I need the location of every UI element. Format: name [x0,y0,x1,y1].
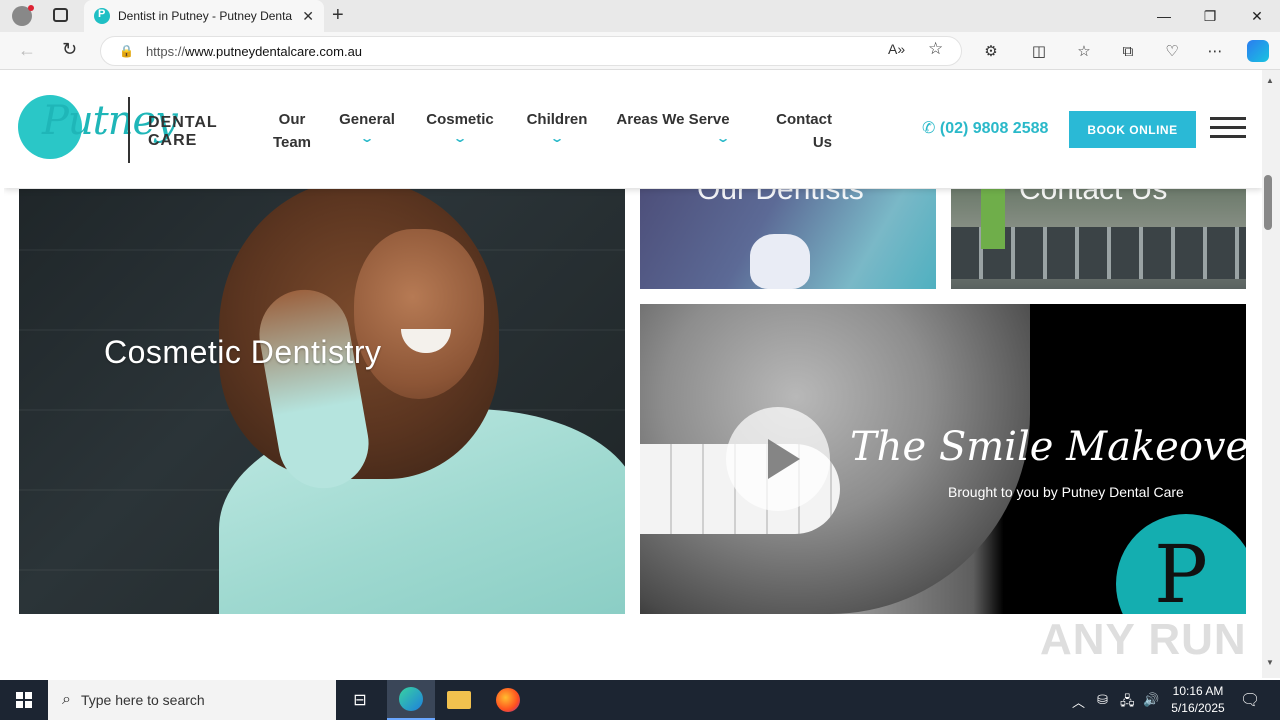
start-button[interactable] [0,680,48,720]
putney-p-logo-icon [1116,514,1246,614]
collections-icon[interactable]: ⧉ [1114,38,1142,64]
tray-device-icon[interactable]: ⛁ [1097,692,1108,708]
volume-icon[interactable]: 🔊 [1143,692,1159,708]
favorite-star-icon[interactable]: ☆ [928,39,943,59]
url-prefix: https:// [145,43,185,59]
lock-icon[interactable]: 🔒 [119,44,134,58]
taskbar-search-box[interactable]: ⌕ Type here to search [48,680,336,720]
nav-areas-we-serve[interactable]: Areas We Serve ⌄ [610,108,736,145]
play-icon[interactable] [726,407,830,511]
site-favicon-icon [94,8,110,24]
split-screen-icon[interactable]: ◫ [1025,38,1053,64]
browser-tab-bar: Dentist in Putney - Putney Denta ✕ + — ❐… [0,0,1280,32]
video-title: The Smile Makeover [850,424,1246,470]
notification-dot [28,5,34,11]
more-menu-icon[interactable]: ⋯ [1201,38,1229,64]
scroll-up-icon[interactable]: ▲ [1266,76,1274,85]
new-tab-button[interactable]: + [332,4,344,27]
windows-taskbar: ⌕ Type here to search ⊟ ︿ ⛁ 🖧 🔊 10:16 AM… [0,680,1280,720]
nav-our-team-line1: Our [278,111,306,128]
tab-actions-icon[interactable] [53,8,68,22]
phone-link[interactable]: ✆ (02) 9808 2588 [922,118,1048,138]
taskbar-clock[interactable]: 10:16 AM 5/16/2025 [1162,683,1234,717]
phone-number: (02) 9808 2588 [939,120,1049,137]
woman-face-image [354,229,484,399]
logo-care-text: CARE [148,132,198,149]
nav-contact-us[interactable]: Contact Us [756,108,832,154]
chevron-down-icon: ⌄ [715,131,731,145]
building-sign-image [981,189,1005,249]
read-aloud-icon[interactable]: A» [888,41,905,57]
tab-close-icon[interactable]: ✕ [302,8,314,25]
contact-us-tile[interactable]: Contact Us [951,189,1246,289]
notifications-icon[interactable]: 🗨 [1240,690,1260,710]
site-logo[interactable]: Putney DENTAL CARE [18,92,228,166]
performance-icon[interactable]: ♡ [1158,38,1186,64]
windows-logo-icon [16,692,32,708]
logo-dental-text: DENTAL [148,114,218,131]
search-placeholder: Type here to search [80,692,205,708]
favorites-icon[interactable]: ☆ [1070,38,1098,64]
book-online-button[interactable]: BOOK ONLINE [1069,111,1196,148]
edge-taskbar-icon[interactable] [387,680,435,720]
extensions-icon[interactable]: ⚙ [977,38,1005,64]
file-explorer-icon[interactable] [435,680,483,720]
hamburger-menu-icon[interactable] [1210,117,1246,139]
our-dentists-tile[interactable]: Our Dentists [640,189,936,289]
anyrun-watermark: ANY RUN [1040,615,1247,664]
nav-contact-line2: Us [812,134,832,151]
video-subtitle: Brought to you by Putney Dental Care [948,484,1184,500]
back-icon[interactable]: ← [18,40,36,61]
contact-us-label: Contact Us [1019,189,1168,206]
nav-children[interactable]: Children ⌄ [520,108,594,145]
network-icon[interactable]: 🖧 [1120,692,1135,714]
nav-areas-label: Areas We Serve [616,111,730,128]
refresh-icon[interactable]: ↻ [62,39,77,60]
url-host: www.putneydentalcare.com.au [184,43,363,59]
scrollbar-thumb[interactable] [1264,175,1272,230]
nav-children-label: Children [526,111,588,128]
chevron-down-icon: ⌄ [359,131,375,145]
page-scrollbar[interactable] [1262,70,1280,678]
logo-divider [128,97,130,163]
nav-contact-line1: Contact [776,111,832,128]
nav-our-team[interactable]: Our Team [262,108,322,154]
chevron-down-icon: ⌄ [452,131,468,145]
copilot-icon[interactable] [1244,38,1272,64]
page-viewport: Cosmetic Dentistry Our Dentists Contact … [4,70,1262,678]
search-icon: ⌕ [62,691,71,708]
scroll-down-icon[interactable]: ▼ [1266,658,1274,667]
nav-general-label: General [339,111,395,128]
phone-icon: ✆ [922,120,940,137]
nav-our-team-line2: Team [272,134,312,151]
task-view-icon[interactable]: ⊟ [336,680,384,720]
clock-date: 5/16/2025 [1171,701,1225,715]
nav-cosmetic-label: Cosmetic [426,111,494,128]
minimize-button[interactable]: — [1141,0,1187,32]
clock-time: 10:16 AM [1172,684,1224,698]
close-window-button[interactable]: ✕ [1234,0,1280,32]
gloved-hand-image [750,234,810,289]
address-bar[interactable]: 🔒 https://www.putneydentalcare.com.au [100,36,962,66]
nav-cosmetic[interactable]: Cosmetic ⌄ [422,108,498,145]
our-dentists-label: Our Dentists [697,189,864,206]
active-tab[interactable]: Dentist in Putney - Putney Denta ✕ [84,0,324,32]
firefox-icon[interactable] [484,680,532,720]
cosmetic-dentistry-label: Cosmetic Dentistry [104,334,382,370]
site-header: Putney DENTAL CARE Our Team General ⌄ Co… [4,70,1262,188]
nav-general[interactable]: General ⌄ [334,108,400,145]
smile-makeover-video[interactable]: The Smile Makeover Brought to you by Put… [640,304,1246,614]
tab-title: Dentist in Putney - Putney Denta [118,9,293,23]
tray-chevron-icon[interactable]: ︿ [1072,692,1085,711]
restore-button[interactable]: ❐ [1187,0,1233,32]
chevron-down-icon: ⌄ [549,131,565,145]
cosmetic-dentistry-tile[interactable]: Cosmetic Dentistry [19,189,625,614]
